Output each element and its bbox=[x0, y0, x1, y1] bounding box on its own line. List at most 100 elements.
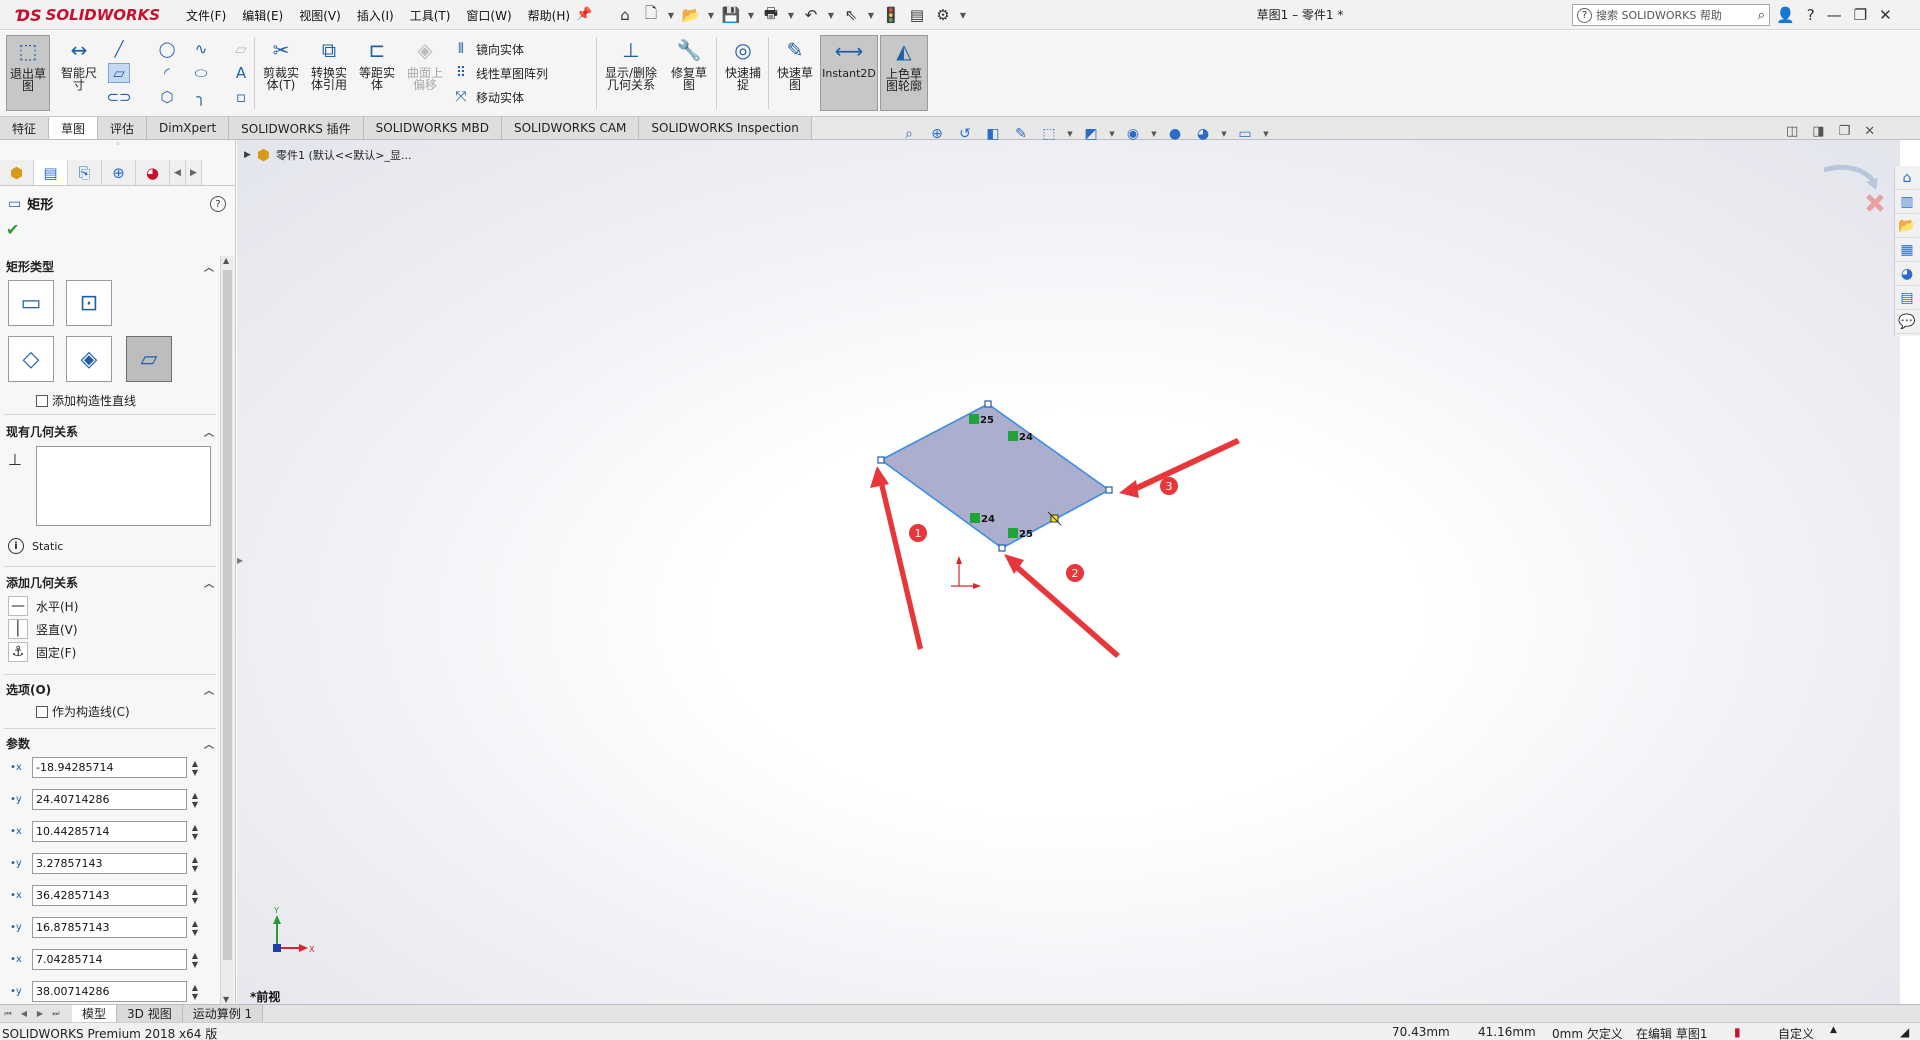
line-tool-icon[interactable]: ╱ bbox=[108, 39, 130, 59]
tab-motion-study[interactable]: 运动算例 1 bbox=[182, 1005, 264, 1022]
param-input[interactable] bbox=[32, 757, 187, 778]
new-document-icon[interactable]: 🗋 bbox=[640, 4, 662, 26]
forum-icon[interactable]: 💬 bbox=[1895, 310, 1919, 334]
cancel-sketch-corner-icon[interactable] bbox=[1866, 194, 1884, 212]
rebuild-traffic-light-icon[interactable]: 🚦 bbox=[880, 4, 902, 26]
view-palette-icon[interactable]: ▦ bbox=[1895, 238, 1919, 262]
help-search-input[interactable]: 搜索 SOLIDWORKS 帮助 bbox=[1596, 7, 1754, 23]
view-orientation-icon[interactable]: ⬚ bbox=[1038, 124, 1060, 144]
tab-cam[interactable]: SOLIDWORKS CAM bbox=[501, 117, 640, 139]
spinner-icon[interactable]: ▲ ▼ bbox=[189, 887, 201, 905]
quick-snaps-button[interactable]: ◎ 快速捕捉 bbox=[720, 35, 766, 111]
spinner-icon[interactable]: ▲ ▼ bbox=[189, 951, 201, 969]
section-existing-relations[interactable]: 现有几何关系 ︿ bbox=[6, 421, 214, 441]
units-dropdown-icon[interactable]: ▲ bbox=[1830, 1025, 1837, 1035]
help-icon[interactable]: ? bbox=[1807, 6, 1815, 24]
tabs-scroll-left-icon[interactable]: ◀ bbox=[170, 160, 186, 185]
spline-tool-icon[interactable]: ∿ bbox=[190, 39, 212, 59]
trim-entities-button[interactable]: ✂ 剪裁实体(T) bbox=[258, 35, 304, 111]
hide-show-items-icon[interactable]: ◉ bbox=[1122, 124, 1144, 144]
spinner-icon[interactable]: ▲ ▼ bbox=[189, 855, 201, 873]
open-folder-icon[interactable]: 📂 bbox=[680, 4, 702, 26]
sketch-vertex[interactable] bbox=[1105, 486, 1113, 494]
rebuild-indicator-icon[interactable]: ▮ bbox=[1734, 1025, 1741, 1039]
relation-fixed[interactable]: ⚓ 固定(F) bbox=[8, 642, 76, 662]
menu-view[interactable]: 视图(V) bbox=[291, 7, 349, 24]
select-dropdown-icon[interactable]: ▼ bbox=[866, 4, 876, 26]
section-parameters[interactable]: 参数 ︿ bbox=[6, 733, 214, 753]
repair-sketch-button[interactable]: 🔧 修复草图 bbox=[666, 35, 712, 111]
scroll-thumb[interactable] bbox=[223, 270, 232, 960]
rectangle-tool-icon[interactable]: ▱ bbox=[108, 63, 130, 83]
tab-sketch[interactable]: 草图 bbox=[49, 117, 99, 139]
menu-tools[interactable]: 工具(T) bbox=[402, 7, 459, 24]
minimize-icon[interactable]: — bbox=[1827, 6, 1842, 24]
show-delete-relations-button[interactable]: ⊥ 显示/删除几何关系 bbox=[602, 35, 660, 111]
apply-scene-icon[interactable]: ◕ bbox=[1192, 124, 1214, 144]
sketch-canvas[interactable]: 25 24 24 25 1 2 3 Y X bbox=[237, 140, 1900, 1004]
display-style-icon[interactable]: ◩ bbox=[1080, 124, 1102, 144]
design-library-icon[interactable]: ▥ bbox=[1895, 190, 1919, 214]
relation-horizontal[interactable]: — 水平(H) bbox=[8, 596, 78, 616]
prev-tab-icon[interactable]: ◀ bbox=[16, 1006, 32, 1022]
collapse-chevron-icon[interactable]: ︿ bbox=[204, 736, 214, 751]
zoom-to-fit-icon[interactable]: ⌕ bbox=[898, 124, 920, 144]
save-icon[interactable]: 💾 bbox=[720, 4, 742, 26]
appearances-icon[interactable]: ◕ bbox=[1895, 262, 1919, 286]
panel-splitter-handle[interactable]: ▶ bbox=[236, 540, 244, 580]
panel-grip[interactable]: ◦ bbox=[0, 140, 236, 158]
print-dropdown-icon[interactable]: ▼ bbox=[786, 4, 796, 26]
plane-icon[interactable]: ▱ bbox=[230, 39, 252, 59]
view-orientation-dropdown-icon[interactable]: ▼ bbox=[1066, 124, 1074, 144]
ok-checkmark-icon[interactable]: ✔ bbox=[6, 220, 19, 239]
pm-help-icon[interactable]: ? bbox=[210, 196, 226, 212]
sketch-vertex[interactable] bbox=[877, 456, 885, 464]
exit-sketch-corner-icon[interactable] bbox=[1823, 164, 1877, 184]
param-input[interactable] bbox=[32, 853, 187, 874]
section-add-relations[interactable]: 添加几何关系 ︿ bbox=[6, 572, 214, 592]
text-tool-icon[interactable]: A bbox=[230, 63, 252, 83]
for-construction-checkbox[interactable]: 作为构造线(C) bbox=[36, 703, 130, 720]
linear-pattern-button[interactable]: ⠿ 线性草图阵列 bbox=[452, 63, 548, 83]
options-gear-icon[interactable]: ⚙ bbox=[932, 4, 954, 26]
collapse-chevron-icon[interactable]: ︿ bbox=[204, 259, 214, 274]
open-dropdown-icon[interactable]: ▼ bbox=[706, 4, 716, 26]
ellipse-tool-icon[interactable]: ⬭ bbox=[190, 63, 212, 83]
help-search-box[interactable]: ? 搜索 SOLIDWORKS 帮助 ⌕ bbox=[1572, 4, 1770, 26]
param-input[interactable] bbox=[32, 789, 187, 810]
corner-rectangle-icon[interactable]: ▭ bbox=[8, 280, 54, 326]
resize-grip-icon[interactable]: ◢ bbox=[1900, 1025, 1909, 1039]
next-tab-icon[interactable]: ▶ bbox=[32, 1006, 48, 1022]
zoom-to-area-icon[interactable]: ⊕ bbox=[926, 124, 948, 144]
configuration-manager-tab-icon[interactable]: ⎘ bbox=[68, 160, 102, 185]
pin-menu-icon[interactable]: 📌 bbox=[576, 7, 592, 22]
solidworks-logo[interactable]: ƊS SOLIDWORKS bbox=[16, 3, 160, 27]
fillet-tool-icon[interactable]: ╮ bbox=[190, 87, 212, 107]
slot-tool-icon[interactable]: ⊂⊃ bbox=[106, 87, 131, 107]
section-view-icon[interactable]: ◧ bbox=[982, 124, 1004, 144]
tab-dimxpert[interactable]: DimXpert bbox=[147, 117, 230, 139]
home-icon[interactable]: ⌂ bbox=[614, 4, 636, 26]
offset-on-surface-button[interactable]: ◈ 曲面上偏移 bbox=[402, 35, 448, 111]
shaded-contours-button[interactable]: ◭ 上色草图轮廓 bbox=[880, 35, 928, 111]
convert-entities-button[interactable]: ⧉ 转换实体引用 bbox=[306, 35, 352, 111]
menu-file[interactable]: 文件(F) bbox=[178, 7, 234, 24]
3point-corner-rectangle-icon[interactable]: ◇ bbox=[8, 336, 54, 382]
edit-appearance-icon[interactable]: ● bbox=[1164, 124, 1186, 144]
collapse-chevron-icon[interactable]: ︿ bbox=[204, 424, 214, 439]
scroll-up-icon[interactable]: ▲ bbox=[223, 256, 229, 265]
search-icon[interactable]: ⌕ bbox=[1758, 8, 1769, 23]
rapid-sketch-button[interactable]: ✎ 快速草图 bbox=[772, 35, 818, 111]
param-input[interactable] bbox=[32, 917, 187, 938]
options-dropdown-icon[interactable]: ▼ bbox=[958, 4, 968, 26]
viewport-expand-icon[interactable]: ◨ bbox=[1812, 124, 1824, 142]
menu-edit[interactable]: 编辑(E) bbox=[234, 7, 291, 24]
spinner-icon[interactable]: ▲ ▼ bbox=[189, 791, 201, 809]
param-input[interactable] bbox=[32, 821, 187, 842]
viewport-collapse-icon[interactable]: ◫ bbox=[1786, 124, 1798, 142]
solidworks-resources-icon[interactable]: ⌂ bbox=[1895, 166, 1919, 190]
viewport-restore-icon[interactable]: ❐ bbox=[1839, 124, 1851, 142]
select-pointer-icon[interactable]: ⇖ bbox=[840, 4, 862, 26]
tab-model[interactable]: 模型 bbox=[72, 1005, 118, 1022]
tab-mbd[interactable]: SOLIDWORKS MBD bbox=[363, 117, 502, 139]
